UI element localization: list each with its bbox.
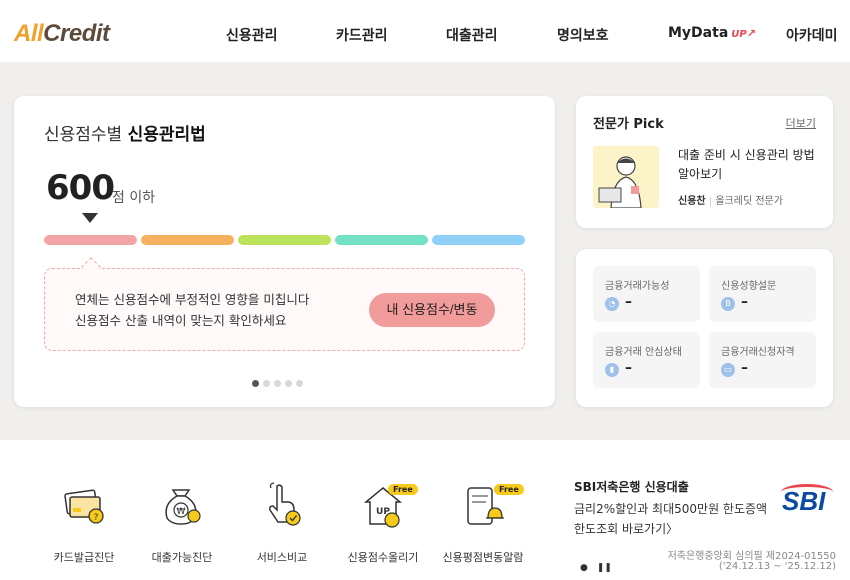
ad-description: 금리2%할인과 최대500만원 한도증액 [574, 502, 768, 516]
nav-credit[interactable]: 신용관리 [226, 25, 278, 45]
ad-approval-note: 저축은행중앙회 심의필 제2024-01550 [667, 551, 836, 562]
ad-controls: ● ❚❚ [580, 563, 612, 573]
pager-dot[interactable] [263, 380, 270, 387]
card-icon: ▭ [721, 363, 735, 377]
score-segment-1[interactable] [44, 235, 137, 245]
status-tile[interactable]: 금융거래 안심상태 ▮ – [593, 332, 700, 388]
financial-status-card: 금융거래가능성 ◔ – 신용성향설문 B – 금융거래 안심상태 ▮ – 금융거… [576, 249, 833, 407]
nav-mydata-label: MyData [668, 25, 729, 41]
ad-link[interactable]: 한도조회 바로가기〉 [574, 520, 678, 537]
arrow-up-icon: ↗ [746, 27, 756, 40]
score-segment-5[interactable] [432, 235, 525, 245]
house-up-icon: UP Free [358, 480, 418, 530]
survey-icon: B [721, 297, 735, 311]
mydata-up-badge: UP [731, 29, 747, 40]
carousel-pager [252, 372, 307, 391]
article-thumbnail[interactable] [593, 146, 659, 208]
service-compare[interactable]: 서비스비교 [237, 480, 327, 564]
indicator-dot-icon[interactable]: ● [580, 563, 588, 573]
allcredit-logo[interactable]: AllCredit [14, 20, 110, 48]
article-author: 신용찬 | 올크레딧 전문가 [678, 196, 783, 207]
nav-academy[interactable]: 아카데미 [786, 25, 838, 45]
pager-dot[interactable] [274, 380, 281, 387]
notice-text: 연체는 신용점수에 부정적인 영향을 미칩니다 신용점수 산출 내역이 맞는지 … [75, 292, 310, 328]
nav-identity[interactable]: 명의보호 [557, 25, 609, 45]
card-diagnosis-icon: ? [59, 480, 109, 530]
score-segment-4[interactable] [335, 235, 428, 245]
status-tile[interactable]: 금융거래신청자격 ▭ – [709, 332, 816, 388]
svg-text:₩: ₩ [177, 507, 186, 517]
sbi-logo: SBI [782, 486, 826, 516]
pointer-icon [82, 213, 98, 223]
expert-pick-card: 전문가 Pick 더보기 대출 준비 시 신용관리 방법 알아보기 신용찬 | … [576, 96, 833, 228]
status-tile[interactable]: 신용성향설문 B – [709, 266, 816, 322]
hand-tap-icon [257, 480, 307, 530]
service-loan-diagnosis[interactable]: ₩ 대출가능진단 [137, 480, 227, 564]
service-card-diagnosis[interactable]: ? 카드발급진단 [39, 480, 129, 564]
chart-icon: ◔ [605, 297, 619, 311]
expert-pick-title: 전문가 Pick [593, 117, 664, 132]
free-badge: Free [494, 484, 524, 495]
header: AllCredit 신용관리 카드관리 대출관리 명의보호 MyData UP↗ … [0, 0, 850, 62]
article-title[interactable]: 대출 준비 시 신용관리 방법 알아보기 [678, 146, 818, 184]
my-credit-score-button[interactable]: 내 신용점수/변동 [369, 293, 495, 327]
pager-dot[interactable] [252, 380, 259, 387]
credit-score-card: 신용점수별 신용관리법 600 점 이하 연체는 신용점수에 부정적인 영향을 … [14, 96, 555, 407]
score-segment-3[interactable] [238, 235, 331, 245]
svg-text:?: ? [94, 513, 99, 523]
bar-icon: ▮ [605, 363, 619, 377]
ad-approval-period: ('24.12.13 ~ '25.12.12) [718, 561, 836, 572]
score-segment-2[interactable] [141, 235, 234, 245]
service-raise-score[interactable]: UP Free 신용점수올리기 [338, 480, 428, 564]
status-tile[interactable]: 금융거래가능성 ◔ – [593, 266, 700, 322]
more-link[interactable]: 더보기 [786, 115, 816, 131]
card-title: 신용점수별 신용관리법 [44, 125, 206, 145]
pager-dot[interactable] [285, 380, 292, 387]
money-bag-icon: ₩ [157, 480, 207, 530]
ad-title[interactable]: SBI저축은행 신용대출 [574, 478, 689, 495]
nav-loan[interactable]: 대출관리 [446, 25, 498, 45]
nav-card[interactable]: 카드관리 [336, 25, 388, 45]
service-score-alarm[interactable]: Free 신용평점변동알람 [438, 480, 528, 564]
free-badge: Free [388, 484, 418, 495]
notice-box: 연체는 신용점수에 부정적인 영향을 미칩니다 신용점수 산출 내역이 맞는지 … [44, 268, 525, 351]
score-unit: 점 이하 [112, 190, 156, 206]
pager-dot[interactable] [296, 380, 303, 387]
phone-alarm-icon: Free [458, 480, 524, 530]
nav-mydata[interactable]: MyData UP↗ [668, 25, 756, 41]
pause-icon[interactable]: ❚❚ [597, 563, 612, 573]
score-value: 600 [46, 168, 115, 208]
